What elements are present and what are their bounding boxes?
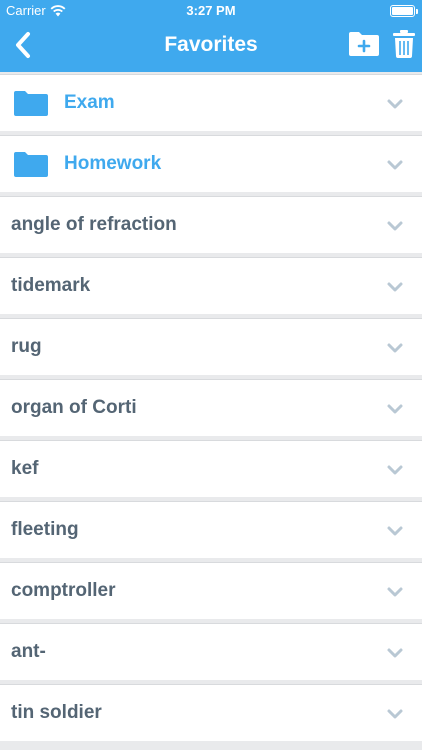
word-label: organ of Corti <box>11 397 137 418</box>
word-row[interactable]: organ of Corti <box>0 379 422 436</box>
word-label: tidemark <box>11 275 91 296</box>
word-label: kef <box>11 458 39 479</box>
chevron-down-icon[interactable] <box>386 708 404 720</box>
chevron-down-icon[interactable] <box>386 220 404 232</box>
status-bar: Carrier 3:27 PM <box>0 0 422 22</box>
add-folder-button[interactable] <box>347 30 381 58</box>
word-row[interactable]: ant- <box>0 623 422 680</box>
word-label: ant- <box>11 641 46 662</box>
battery-icon <box>390 5 418 17</box>
folder-label: Exam <box>64 92 115 113</box>
chevron-down-icon[interactable] <box>386 586 404 598</box>
folder-icon <box>14 91 48 116</box>
word-label: angle of refraction <box>11 214 177 235</box>
chevron-down-icon[interactable] <box>386 159 404 171</box>
chevron-down-icon[interactable] <box>386 525 404 537</box>
folder-label: Homework <box>64 153 162 174</box>
word-row[interactable]: tin soldier <box>0 684 422 741</box>
word-row[interactable]: angle of refraction <box>0 196 422 253</box>
word-label: rug <box>11 336 42 357</box>
chevron-down-icon[interactable] <box>386 647 404 659</box>
word-row[interactable]: rug <box>0 318 422 375</box>
app-header: Carrier 3:27 PM Favorites <box>0 0 422 72</box>
chevron-down-icon[interactable] <box>386 98 404 110</box>
word-row[interactable]: kef <box>0 440 422 497</box>
word-row[interactable]: comptroller <box>0 562 422 619</box>
navigation-bar: Favorites <box>0 22 422 72</box>
chevron-down-icon[interactable] <box>386 342 404 354</box>
delete-button[interactable] <box>392 29 416 59</box>
word-row[interactable]: fleeting <box>0 501 422 558</box>
chevron-down-icon[interactable] <box>386 464 404 476</box>
word-row[interactable]: tidemark <box>0 257 422 314</box>
folder-row-homework[interactable]: Homework <box>0 135 422 192</box>
chevron-down-icon[interactable] <box>386 403 404 415</box>
favorites-list: Exam Homework angle of refraction tidema… <box>0 74 422 745</box>
chevron-down-icon[interactable] <box>386 281 404 293</box>
folder-icon <box>14 152 48 177</box>
word-label: fleeting <box>11 519 79 540</box>
word-label: tin soldier <box>11 702 102 723</box>
battery-level <box>392 7 413 15</box>
folder-row-exam[interactable]: Exam <box>0 74 422 131</box>
status-time: 3:27 PM <box>186 3 236 18</box>
word-label: comptroller <box>11 580 116 601</box>
